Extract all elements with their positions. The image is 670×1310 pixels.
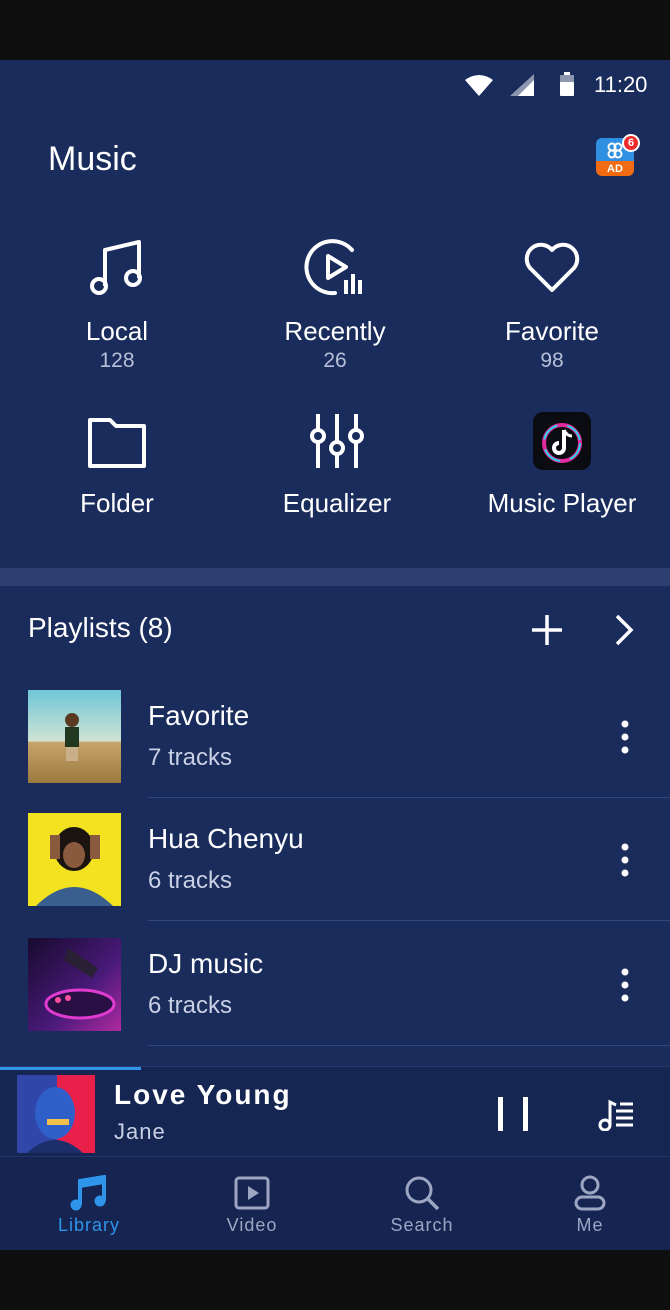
row-divider	[148, 1045, 670, 1046]
grid-item-recently[interactable]: Recently 26	[225, 236, 445, 373]
music-note-icon	[90, 240, 142, 295]
playlist-row[interactable]: DJ music 6 tracks	[0, 938, 670, 1061]
status-time: 11:20	[594, 72, 648, 97]
playlists-header: Playlists (8)	[28, 612, 173, 643]
playlist-name: DJ music	[148, 948, 264, 979]
more-vertical-icon[interactable]	[617, 968, 633, 1002]
more-vertical-icon[interactable]	[617, 720, 633, 754]
grid-label: Folder	[80, 488, 154, 518]
now-playing-cover	[17, 1075, 95, 1153]
tiktok-app-icon	[533, 412, 591, 470]
nav-label: Me	[576, 1215, 604, 1235]
video-icon	[234, 1176, 270, 1210]
ad-label: AD	[607, 163, 623, 175]
grid-label: Equalizer	[282, 488, 392, 518]
nav-tab-search[interactable]: Search	[338, 1157, 506, 1250]
page-title: Music	[48, 140, 137, 178]
music-note-icon	[70, 1175, 106, 1211]
search-icon	[405, 1176, 440, 1211]
playlist-cover	[28, 938, 121, 1031]
nav-tab-library[interactable]: Library	[5, 1157, 173, 1250]
nav-tab-video[interactable]: Video	[168, 1157, 336, 1250]
playlist-queue-icon[interactable]	[596, 1099, 634, 1131]
app-screen: 11:20 Music AD 6 Local 128 Recently 26 F…	[0, 60, 670, 1250]
battery-icon	[560, 72, 574, 96]
bottom-letterbox	[0, 1250, 670, 1310]
grid-item-local[interactable]: Local 128	[7, 236, 227, 373]
row-divider	[148, 920, 670, 921]
playlist-track-count: 6 tracks	[148, 867, 233, 894]
equalizer-icon	[310, 414, 364, 468]
playlist-track-count: 7 tracks	[148, 744, 233, 771]
person-icon	[574, 1175, 606, 1211]
bottom-navigation: Library Video Search Me	[0, 1156, 670, 1250]
add-playlist-icon[interactable]	[530, 613, 564, 647]
grid-label: Music Player	[487, 488, 637, 518]
nav-label: Library	[57, 1215, 121, 1235]
now-playing-bar[interactable]: Love Young Jane	[0, 1066, 670, 1156]
nav-tab-me[interactable]: Me	[506, 1157, 670, 1250]
nav-label: Video	[226, 1215, 278, 1235]
recent-play-icon	[304, 239, 362, 296]
playlist-name: Hua Chenyu	[148, 823, 304, 854]
folder-icon	[88, 418, 146, 468]
playlist-cover	[28, 690, 121, 783]
playlist-row[interactable]: Favorite 7 tracks	[0, 690, 670, 813]
row-divider	[148, 797, 670, 798]
now-playing-artist: Jane	[114, 1119, 166, 1144]
playlist-track-count: 6 tracks	[148, 992, 233, 1019]
playlist-cover	[28, 813, 121, 906]
wifi-icon	[465, 75, 493, 96]
grid-item-folder[interactable]: Folder	[7, 412, 227, 519]
now-playing-title: Love Young	[114, 1079, 292, 1110]
playback-progress	[0, 1067, 141, 1070]
grid-label: Local	[85, 316, 149, 346]
nav-label: Search	[390, 1215, 454, 1235]
status-bar: 11:20	[0, 60, 670, 112]
pause-icon[interactable]	[498, 1097, 530, 1131]
grid-label: Recently	[284, 316, 386, 346]
grid-item-favorite[interactable]: Favorite 98	[442, 236, 662, 373]
notification-badge: 6	[622, 134, 640, 152]
heart-icon	[524, 242, 580, 292]
playlist-name: Favorite	[148, 700, 250, 731]
signal-icon	[510, 74, 534, 96]
section-divider	[0, 568, 670, 586]
chevron-right-icon[interactable]	[612, 613, 636, 647]
grid-count: 98	[540, 349, 564, 372]
grid-item-music-player[interactable]: Music Player	[452, 412, 670, 519]
top-letterbox	[0, 0, 670, 60]
grid-item-equalizer[interactable]: Equalizer	[227, 412, 447, 519]
grid-count: 128	[99, 349, 135, 372]
more-vertical-icon[interactable]	[617, 843, 633, 877]
grid-count: 26	[323, 349, 347, 372]
playlist-row[interactable]: Hua Chenyu 6 tracks	[0, 813, 670, 936]
grid-label: Favorite	[505, 316, 599, 346]
